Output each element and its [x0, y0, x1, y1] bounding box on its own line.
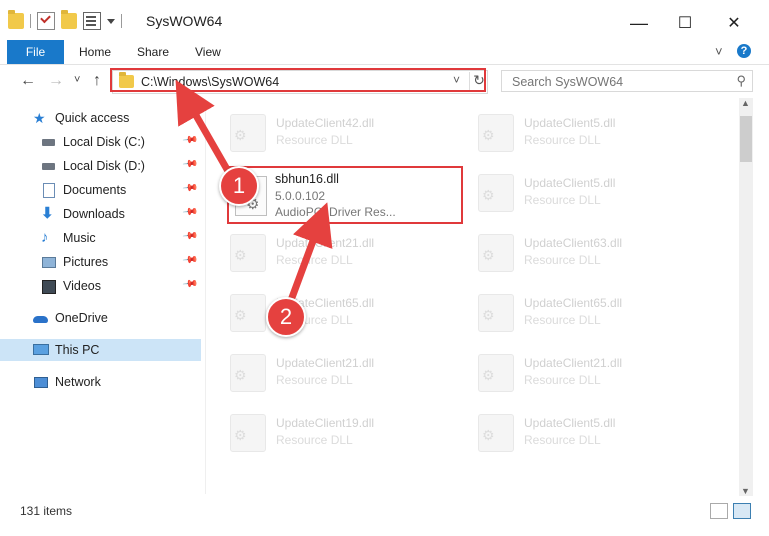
step-2-badge: 2 — [266, 297, 306, 337]
arrow-to-address-bar — [175, 79, 236, 182]
arrow-to-selected-file — [286, 202, 333, 307]
step-1-badge: 1 — [219, 166, 259, 206]
file-explorer-window: SysWOW64 — ☐ ✕ File Home Share View ˅ ? … — [0, 0, 769, 536]
annotation-arrows — [175, 79, 333, 307]
